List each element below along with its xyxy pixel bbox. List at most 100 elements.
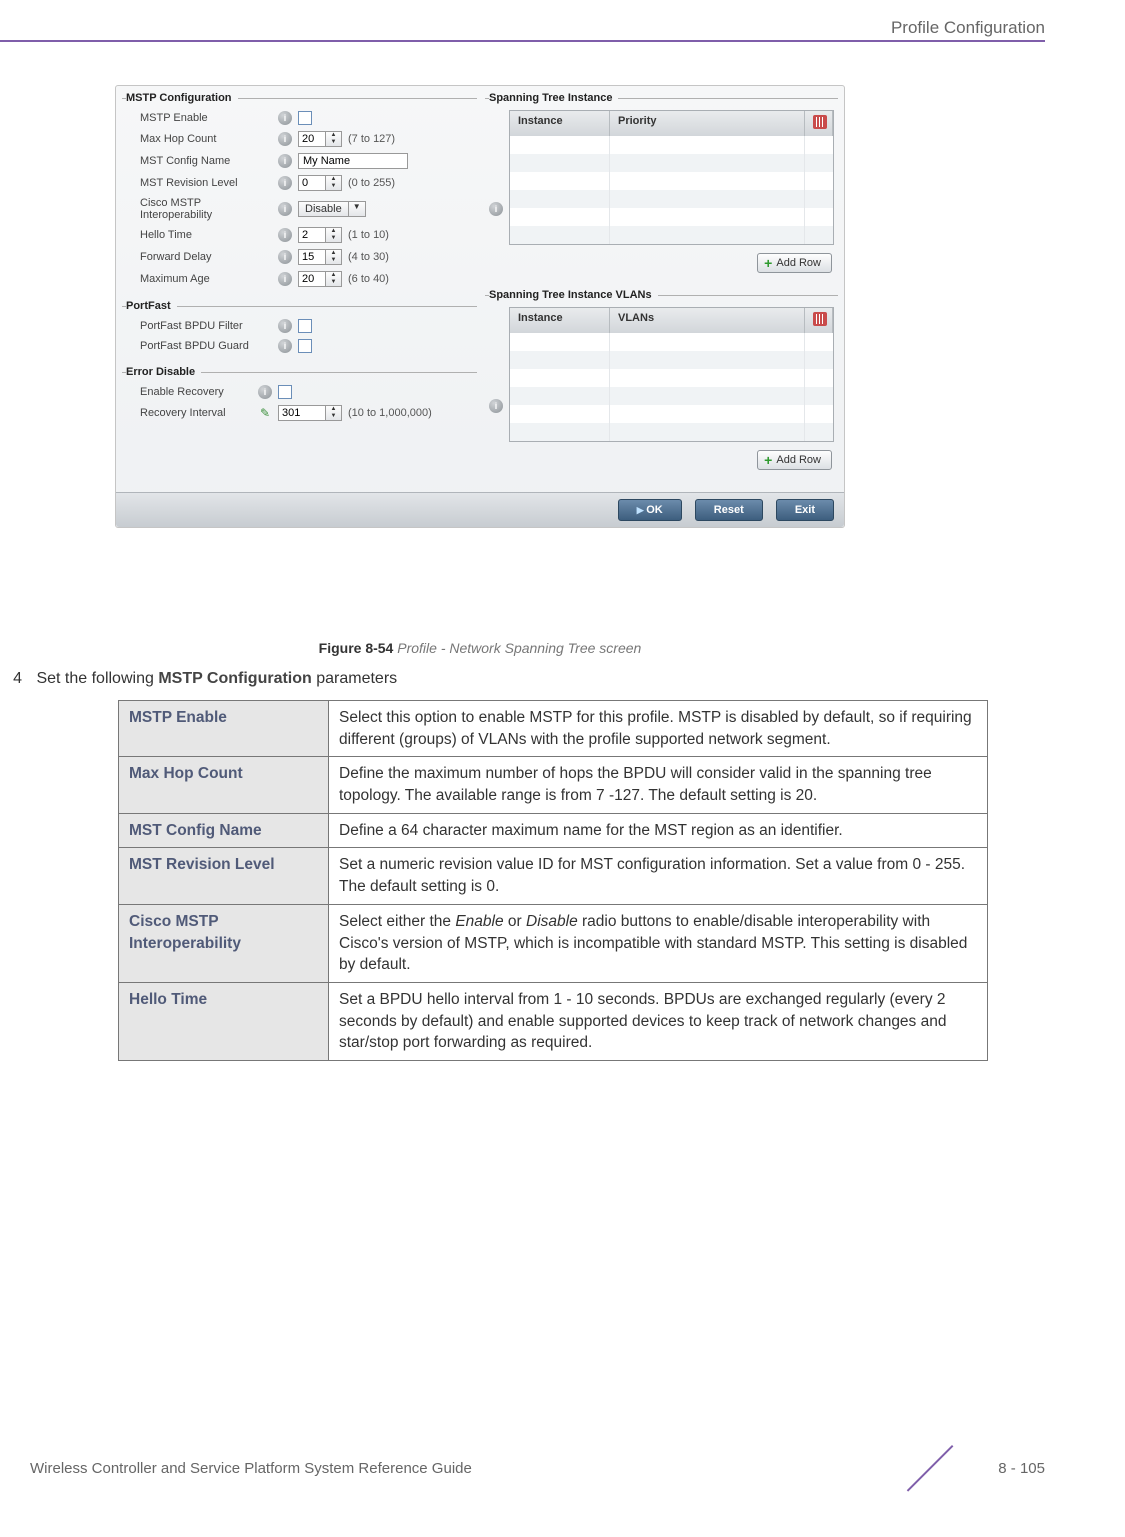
vlans-table: Instance VLANs [509,307,834,442]
trash-icon [813,312,827,326]
max-age-spinner[interactable]: ▲▼ [298,271,342,287]
add-row-label: Add Row [776,257,821,269]
revision-label: MST Revision Level [140,177,272,189]
recovery-interval-row: Recovery Interval ▲▼ (10 to 1,000,000) [126,402,473,424]
spanning-tree-instance-vlans-fieldset: Spanning Tree Instance VLANs i Instance … [485,289,838,482]
recovery-interval-range: (10 to 1,000,000) [348,407,432,419]
info-icon[interactable]: i [278,319,292,333]
dialog-footer: OK Reset Exit [116,492,844,527]
param-desc: Define a 64 character maximum name for t… [329,813,988,848]
config-screenshot: MSTP Configuration MSTP Enable i Max Hop… [115,85,845,528]
vlans-delete-col-header[interactable] [805,308,833,333]
max-hop-label: Max Hop Count [140,133,272,145]
info-icon[interactable]: i [278,228,292,242]
parameter-table: MSTP Enable Select this option to enable… [118,700,988,1061]
ok-button[interactable]: OK [618,499,682,521]
exit-button[interactable]: Exit [776,499,834,521]
vlans-col-header: VLANs [610,308,805,333]
table-row: MST Config Name Define a 64 character ma… [119,813,988,848]
vlans-legend: Spanning Tree Instance VLANs [489,289,658,301]
step-text-before: Set the following [36,670,158,687]
max-hop-spinner[interactable]: ▲▼ [298,131,342,147]
cisco-interop-dropdown[interactable]: Disable ▼ [298,201,366,217]
trash-icon [813,115,827,129]
max-age-label: Maximum Age [140,273,272,285]
mstp-enable-checkbox[interactable] [298,111,312,125]
error-disable-legend: Error Disable [126,366,201,378]
bpdu-filter-checkbox[interactable] [298,319,312,333]
revision-spinner[interactable]: ▲▼ [298,175,342,191]
param-desc: Select this option to enable MSTP for th… [329,701,988,757]
footer-page-number: 8 - 105 [998,1460,1045,1477]
recovery-interval-input[interactable] [279,406,325,420]
hello-time-input[interactable] [299,228,325,242]
revision-input[interactable] [299,176,325,190]
revision-row: MST Revision Level i ▲▼ (0 to 255) [126,172,473,194]
forward-delay-row: Forward Delay i ▲▼ (4 to 30) [126,246,473,268]
header-section-title: Profile Configuration [891,18,1045,38]
figure-description: Profile - Network Spanning Tree screen [397,640,641,656]
info-icon[interactable]: i [278,272,292,286]
delete-col-header[interactable] [805,111,833,136]
spanning-tree-instance-fieldset: Spanning Tree Instance i Instance Priori… [485,92,838,285]
config-name-label: MST Config Name [140,155,272,167]
step-instruction: 4 Set the following MSTP Configuration p… [0,670,397,688]
param-desc: Define the maximum number of hops the BP… [329,757,988,813]
param-desc: Set a numeric revision value ID for MST … [329,848,988,904]
cisco-interop-value: Disable [299,202,348,216]
info-icon[interactable]: i [278,132,292,146]
recovery-interval-spinner[interactable]: ▲▼ [278,405,342,421]
enable-recovery-label: Enable Recovery [140,386,252,398]
bpdu-filter-label: PortFast BPDU Filter [140,320,272,332]
table-row: Hello Time Set a BPDU hello interval fro… [119,982,988,1060]
hello-time-label: Hello Time [140,229,272,241]
info-icon[interactable]: i [278,250,292,264]
bpdu-guard-row: PortFast BPDU Guard i [126,336,473,356]
max-age-range: (6 to 40) [348,273,389,285]
figure-label: Figure 8-54 [319,640,394,656]
forward-delay-range: (4 to 30) [348,251,389,263]
pencil-icon[interactable] [258,406,272,420]
max-age-row: Maximum Age i ▲▼ (6 to 40) [126,268,473,290]
config-name-input[interactable] [298,153,408,169]
max-hop-input[interactable] [299,132,325,146]
instance-col-header: Instance [510,111,610,136]
enable-recovery-checkbox[interactable] [278,385,292,399]
param-desc: Set a BPDU hello interval from 1 - 10 se… [329,982,988,1060]
mstp-enable-label: MSTP Enable [140,112,272,124]
portfast-fieldset: PortFast PortFast BPDU Filter i PortFast… [122,300,477,362]
info-icon[interactable]: i [278,202,292,216]
portfast-legend: PortFast [126,300,177,312]
info-icon[interactable]: i [489,202,503,216]
param-label: MST Config Name [119,813,329,848]
param-label: Hello Time [119,982,329,1060]
forward-delay-input[interactable] [299,250,325,264]
footer-slash-icon [952,1445,998,1491]
config-name-row: MST Config Name i [126,150,473,172]
instance-legend: Spanning Tree Instance [489,92,618,104]
cisco-interop-row: Cisco MSTP Interoperability i Disable ▼ [126,194,473,224]
info-icon[interactable]: i [278,339,292,353]
info-icon[interactable]: i [489,399,503,413]
add-row-button[interactable]: + Add Row [757,253,832,273]
step-number: 4 [0,670,32,688]
max-hop-row: Max Hop Count i ▲▼ (7 to 127) [126,128,473,150]
hello-time-spinner[interactable]: ▲▼ [298,227,342,243]
max-age-input[interactable] [299,272,325,286]
param-label: Cisco MSTP Interoperability [119,904,329,982]
info-icon[interactable]: i [278,176,292,190]
mstp-configuration-fieldset: MSTP Configuration MSTP Enable i Max Hop… [122,92,477,296]
info-icon[interactable]: i [278,154,292,168]
mstp-enable-row: MSTP Enable i [126,108,473,128]
error-disable-fieldset: Error Disable Enable Recovery i Recovery… [122,366,477,430]
bpdu-guard-label: PortFast BPDU Guard [140,340,272,352]
add-row-button[interactable]: + Add Row [757,450,832,470]
forward-delay-spinner[interactable]: ▲▼ [298,249,342,265]
table-row: Max Hop Count Define the maximum number … [119,757,988,813]
reset-button[interactable]: Reset [695,499,763,521]
recovery-interval-label: Recovery Interval [140,407,252,419]
info-icon[interactable]: i [278,111,292,125]
bpdu-guard-checkbox[interactable] [298,339,312,353]
add-row-label: Add Row [776,454,821,466]
info-icon[interactable]: i [258,385,272,399]
